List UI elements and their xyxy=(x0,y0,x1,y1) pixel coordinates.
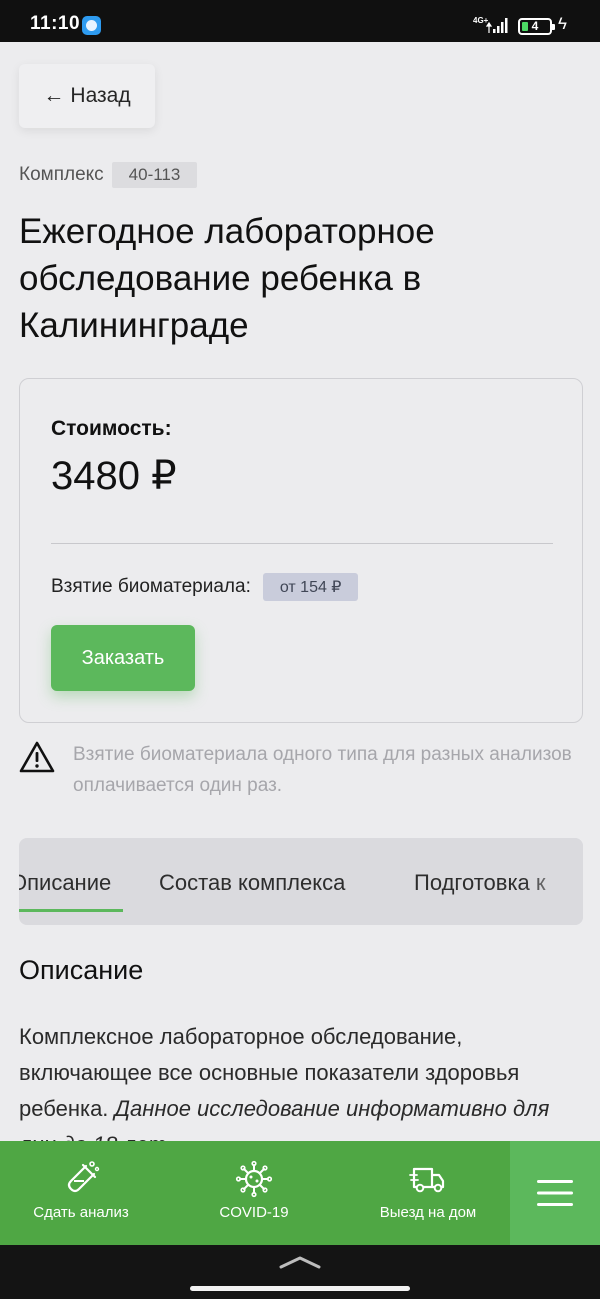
bottom-nav: Сдать анализ COVID-19 Выезд на дом xyxy=(0,1141,600,1245)
home-handle[interactable] xyxy=(190,1286,410,1291)
price-card: Стоимость: 3480 ₽ Взятие биоматериала: о… xyxy=(19,378,583,723)
complex-row: Комплекс 40-113 xyxy=(19,162,198,188)
nav-label: Сдать анализ xyxy=(33,1204,129,1221)
delivery-truck-icon xyxy=(409,1167,445,1193)
tab-description[interactable]: Описание xyxy=(19,870,111,896)
section-title: Описание xyxy=(19,955,144,985)
biomaterial-row: Взятие биоматериала: от 154 ₽ xyxy=(51,573,359,601)
system-nav-bar xyxy=(0,1245,600,1299)
tabs-fade xyxy=(523,838,583,925)
arrow-left-icon: ← xyxy=(43,84,65,107)
nav-label: Выезд на дом xyxy=(379,1204,477,1221)
tabs-bar: Описание Состав комплекса Подготовка к xyxy=(19,838,583,925)
biomaterial-note: Взятие биоматериала одного типа для разн… xyxy=(73,744,572,796)
nav-label: COVID-19 xyxy=(219,1204,289,1221)
nav-covid[interactable]: COVID-19 xyxy=(204,1141,304,1245)
biomaterial-price-badge: от 154 ₽ xyxy=(262,573,359,601)
virus-icon xyxy=(235,1160,273,1198)
notification-app-icon xyxy=(82,16,101,35)
nav-submit-test[interactable]: Сдать анализ xyxy=(22,1141,140,1245)
cost-value: 3480 ₽ xyxy=(51,454,177,498)
test-tube-icon xyxy=(67,1161,100,1193)
battery-icon: 4 xyxy=(518,18,555,35)
status-bar: 11:10 4G+ 4 ϟ xyxy=(0,0,600,42)
chevron-up-icon[interactable] xyxy=(279,1254,321,1270)
battery-level: 4 xyxy=(531,19,539,33)
active-tab-indicator xyxy=(19,909,123,912)
order-button[interactable]: Заказать xyxy=(51,625,195,691)
back-button[interactable]: ← Назад xyxy=(19,64,155,128)
divider xyxy=(51,543,553,544)
cost-caption: Стоимость: xyxy=(51,417,172,440)
tab-composition[interactable]: Состав комплекса xyxy=(159,870,345,896)
page-title: Ежегодное лабораторное обследование ребе… xyxy=(19,212,435,345)
charging-icon: ϟ xyxy=(558,14,567,33)
status-time: 11:10 xyxy=(30,13,81,34)
complex-label: Комплекс xyxy=(19,164,104,185)
warning-icon xyxy=(19,741,55,773)
biomaterial-label: Взятие биоматериала: xyxy=(51,576,251,597)
complex-code-badge: 40-113 xyxy=(111,162,198,188)
nav-home-visit[interactable]: Выезд на дом xyxy=(366,1141,490,1245)
back-button-label: Назад xyxy=(70,84,131,107)
hamburger-menu-icon xyxy=(537,1180,573,1206)
menu-button[interactable] xyxy=(510,1141,600,1245)
signal-icon xyxy=(486,18,508,33)
